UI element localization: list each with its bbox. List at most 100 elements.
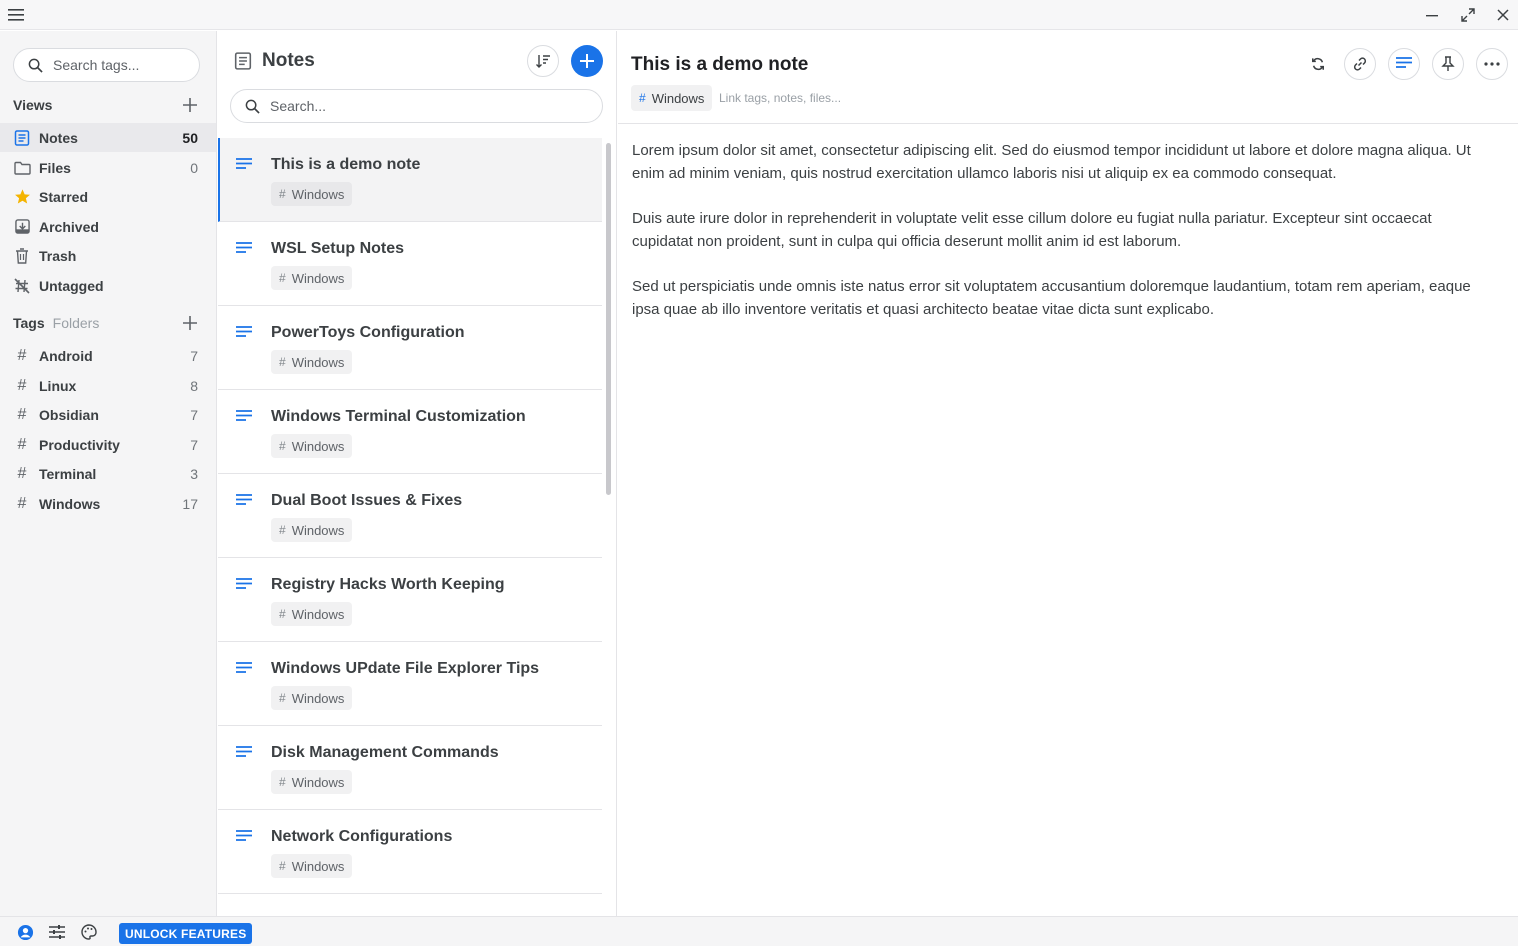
- note-lines-icon: [236, 830, 252, 841]
- hash-icon: #: [17, 464, 27, 482]
- sidebar-item-notes[interactable]: Notes 50: [0, 123, 216, 152]
- note-lines-icon: [236, 410, 252, 421]
- views-heading: Views: [13, 97, 52, 113]
- note-list-item[interactable]: Windows Terminal Customization # Windows: [218, 390, 602, 474]
- note-tag[interactable]: # Windows: [271, 434, 353, 458]
- link-icon: [1353, 57, 1367, 71]
- menu-icon[interactable]: [6, 5, 26, 25]
- note-tag[interactable]: # Windows: [271, 854, 353, 878]
- theme-palette-icon[interactable]: [80, 923, 98, 941]
- pin-button[interactable]: [1432, 48, 1464, 80]
- note-list-item[interactable]: Windows UPdate File Explorer Tips # Windo…: [218, 642, 602, 726]
- minimize-icon[interactable]: [1421, 4, 1443, 26]
- note-title: Windows UPdate File Explorer Tips: [271, 660, 540, 677]
- sidebar-item-starred[interactable]: Starred: [0, 182, 216, 211]
- note-tag[interactable]: # Windows: [271, 770, 353, 794]
- note-tag[interactable]: # Windows: [271, 686, 353, 710]
- search-icon: [28, 58, 43, 73]
- note-lines-icon: [236, 494, 252, 505]
- preferences-icon[interactable]: [48, 923, 66, 941]
- link-button[interactable]: [1344, 48, 1376, 80]
- note-tag-label: Windows: [291, 690, 345, 706]
- search-icon: [245, 99, 260, 114]
- close-icon[interactable]: [1492, 4, 1514, 26]
- tags-tab[interactable]: Tags: [13, 315, 45, 331]
- note-tag[interactable]: # Windows: [271, 602, 353, 626]
- tag-search-box[interactable]: [13, 48, 200, 82]
- add-note-button[interactable]: [571, 45, 603, 77]
- paragraph: Duis aute irure dolor in reprehenderit i…: [632, 210, 1432, 250]
- sidebar: Views Notes 50 Files 0 Starred Archived: [0, 31, 217, 916]
- sidebar-item-label: Starred: [39, 188, 89, 205]
- sidebar-tag-productivity[interactable]: # Productivity 7: [0, 430, 216, 459]
- hash-icon: #: [279, 859, 286, 873]
- more-options-button[interactable]: [1476, 48, 1508, 80]
- hash-icon: #: [17, 405, 27, 423]
- hash-icon: #: [279, 607, 286, 621]
- add-view-icon[interactable]: [181, 96, 199, 114]
- note-lines-icon: [236, 326, 252, 337]
- note-list-item[interactable]: Registry Hacks Worth Keeping # Windows: [218, 558, 602, 642]
- note-search-box[interactable]: [230, 89, 603, 123]
- note-editor-title[interactable]: This is a demo note: [631, 54, 808, 76]
- sidebar-item-untagged[interactable]: Untagged: [0, 271, 216, 300]
- sidebar-tag-linux[interactable]: # Linux 8: [0, 371, 216, 400]
- sidebar-item-trash[interactable]: Trash: [0, 241, 216, 270]
- note-tag[interactable]: # Windows: [271, 350, 353, 374]
- hash-icon: #: [17, 376, 27, 394]
- sidebar-tag-windows[interactable]: # Windows 17: [0, 489, 216, 518]
- note-title: PowerToys Configuration: [271, 324, 465, 341]
- note-search-input[interactable]: [270, 98, 570, 114]
- editor-tag[interactable]: # Windows: [631, 85, 713, 111]
- tag-search-input[interactable]: [53, 57, 183, 73]
- note-lines-icon: [236, 158, 252, 169]
- note-tag-label: Windows: [291, 270, 345, 286]
- notes-icon: [13, 129, 31, 147]
- sidebar-tag-android[interactable]: # Android 7: [0, 341, 216, 370]
- hash-icon: #: [17, 435, 27, 453]
- editor-divider: [618, 123, 1518, 124]
- add-tag-icon[interactable]: [181, 314, 199, 332]
- note-lines-icon: [236, 746, 252, 757]
- notes-list: This is a demo note # Windows WSL Setup N…: [218, 138, 606, 894]
- note-list-item[interactable]: PowerToys Configuration # Windows: [218, 306, 602, 390]
- sort-button[interactable]: [527, 45, 559, 77]
- note-list-item[interactable]: Disk Management Commands # Windows: [218, 726, 602, 810]
- note-tag[interactable]: # Windows: [271, 182, 353, 206]
- notes-icon: [234, 52, 252, 70]
- pin-icon: [1441, 56, 1455, 71]
- sync-button[interactable]: [1302, 48, 1334, 80]
- sidebar-item-files[interactable]: Files 0: [0, 153, 216, 182]
- sidebar-tag-obsidian[interactable]: # Obsidian 7: [0, 400, 216, 429]
- title-bar: [0, 0, 1518, 30]
- note-list-item[interactable]: Network Configurations # Windows: [218, 810, 602, 894]
- link-input[interactable]: Link tags, notes, files...: [719, 91, 841, 105]
- note-tag[interactable]: # Windows: [271, 266, 353, 290]
- more-icon: [1484, 62, 1500, 66]
- note-tag[interactable]: # Windows: [271, 518, 353, 542]
- note-tag-label: Windows: [291, 858, 345, 874]
- star-icon: [13, 188, 31, 206]
- hash-icon: #: [279, 523, 286, 537]
- notes-header: Notes: [234, 50, 315, 72]
- hash-icon: #: [279, 691, 286, 705]
- sidebar-tag-terminal[interactable]: # Terminal 3: [0, 459, 216, 488]
- maximize-icon[interactable]: [1457, 4, 1479, 26]
- note-list-item[interactable]: WSL Setup Notes # Windows: [218, 222, 602, 306]
- tag-count: 3: [190, 465, 198, 482]
- note-tag-label: Windows: [291, 774, 345, 790]
- hash-icon: #: [279, 187, 286, 201]
- hash-icon: #: [279, 355, 286, 369]
- folders-tab[interactable]: Folders: [53, 315, 100, 331]
- archive-icon: [13, 218, 31, 236]
- trash-icon: [13, 247, 31, 265]
- sidebar-item-archived[interactable]: Archived: [0, 212, 216, 241]
- note-body[interactable]: Lorem ipsum dolor sit amet, consectetur …: [632, 139, 1482, 343]
- format-button[interactable]: [1388, 48, 1420, 80]
- note-list-item[interactable]: This is a demo note # Windows: [218, 138, 602, 222]
- note-list-item[interactable]: Dual Boot Issues & Fixes # Windows: [218, 474, 602, 558]
- account-icon[interactable]: [16, 923, 34, 941]
- unlock-features-button[interactable]: UNLOCK FEATURES: [119, 923, 253, 944]
- sidebar-item-count: 50: [182, 129, 198, 146]
- notes-scrollbar[interactable]: [606, 143, 611, 495]
